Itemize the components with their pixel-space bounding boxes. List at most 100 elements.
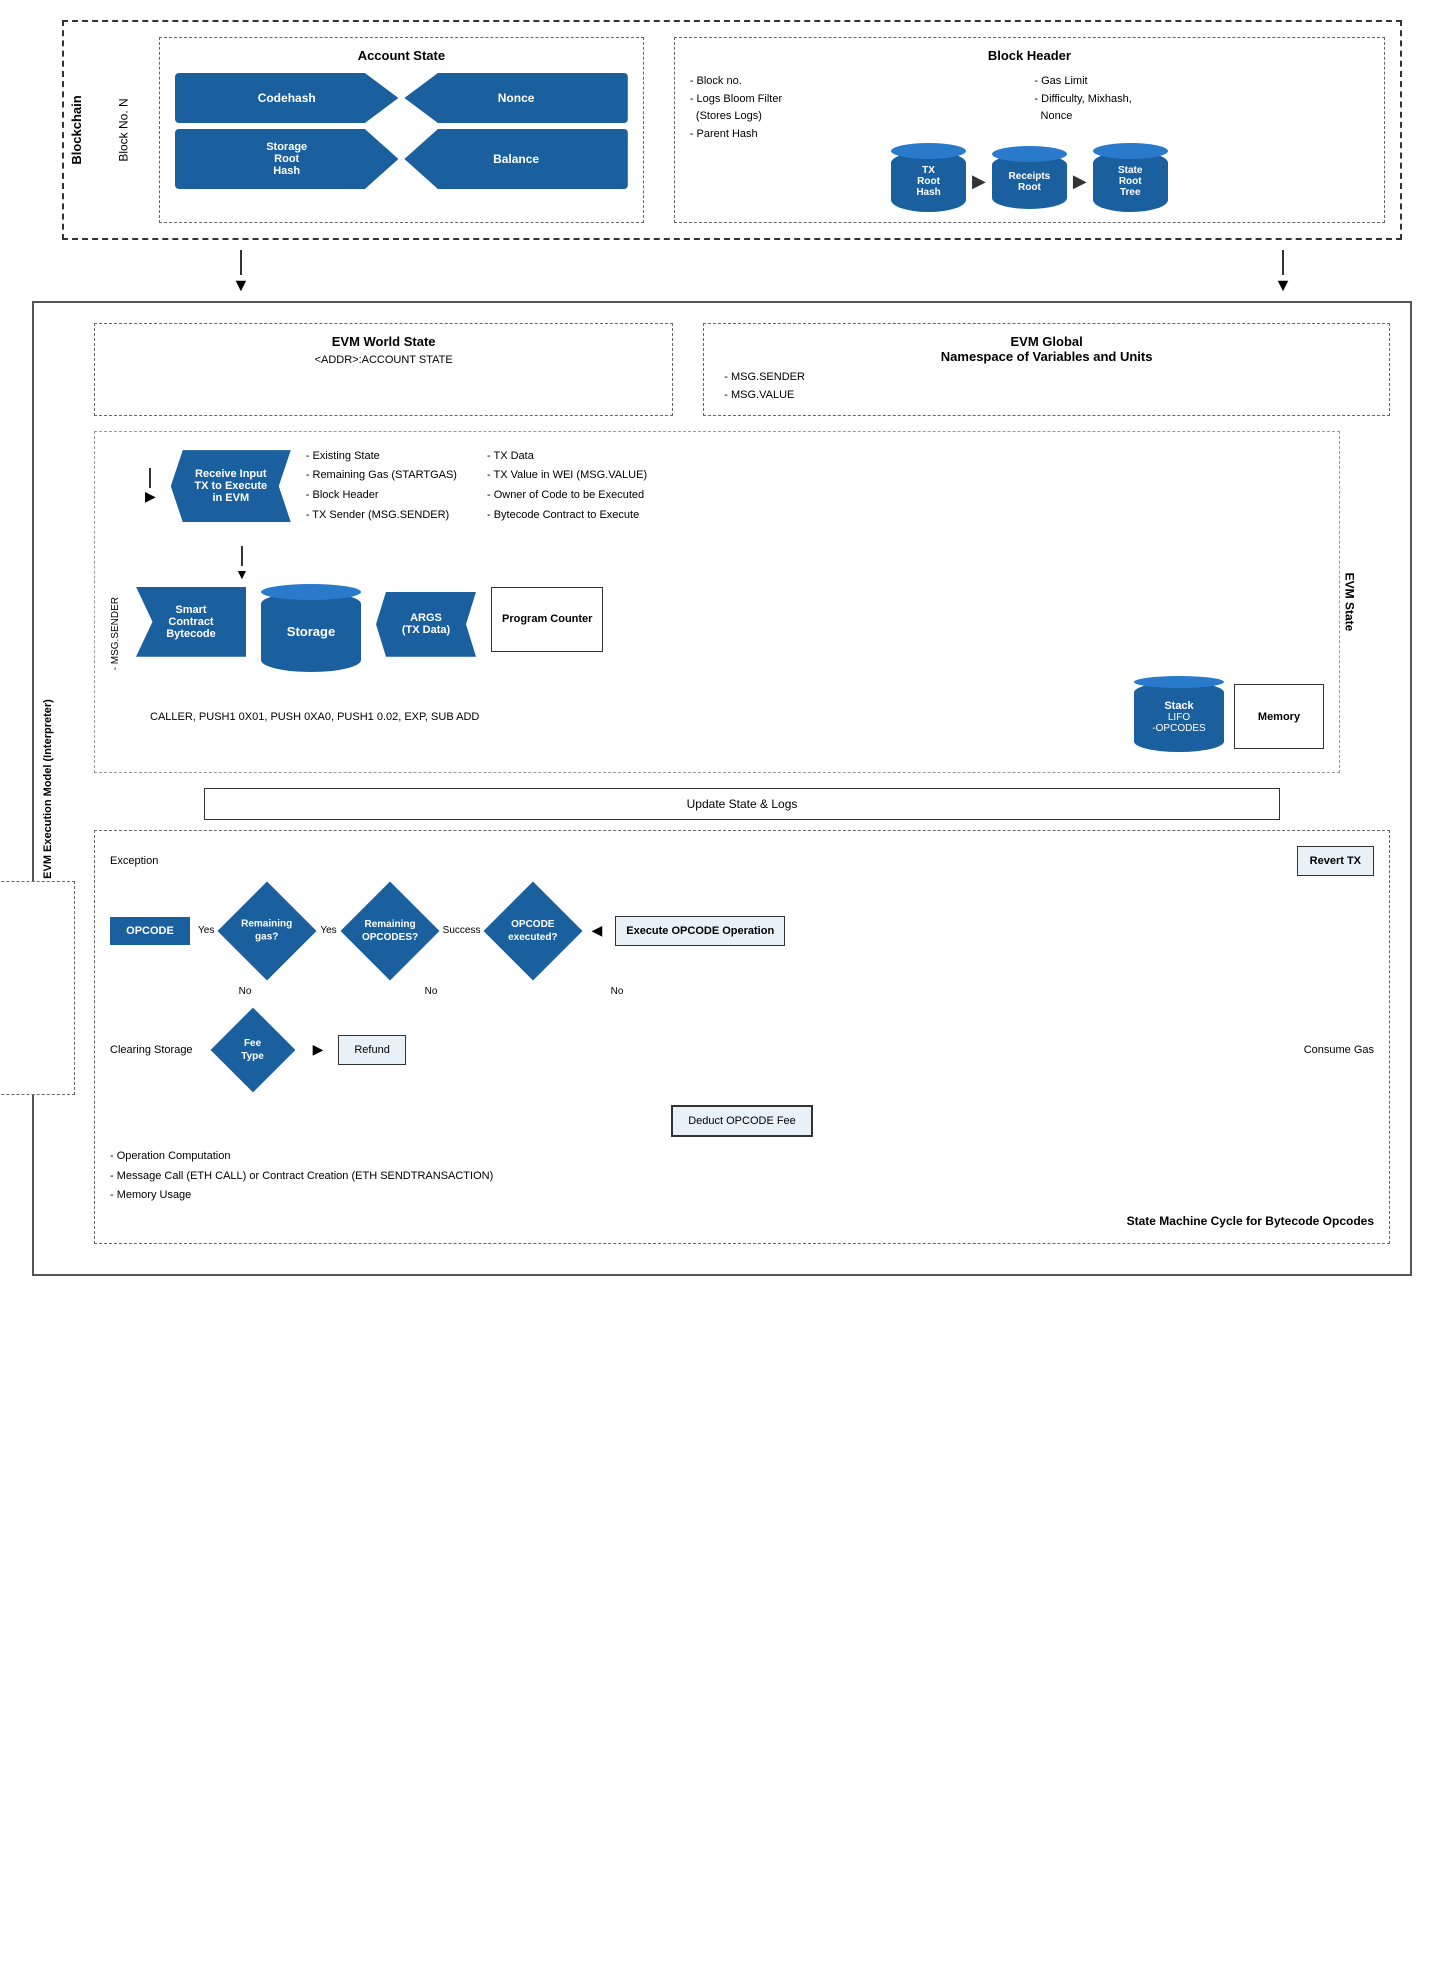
down-head: ▼ bbox=[235, 566, 249, 582]
remaining-gas-diamond: Remaininggas? bbox=[218, 881, 317, 980]
input-list-right: - TX Data - TX Value in WEI (MSG.VALUE) … bbox=[487, 447, 647, 526]
block-header-bottom: TXRootHash ▶ ReceiptsRoot ▶ StateRootTre… bbox=[690, 151, 1369, 212]
storage-text: Storage bbox=[287, 624, 335, 639]
no-labels-row: No No No bbox=[110, 986, 1374, 997]
deduct-fee-box: Deduct OPCODE Fee bbox=[671, 1105, 813, 1137]
arrow-state-root: ▶ bbox=[1073, 171, 1087, 192]
opcode-flow-row: OPCODE Yes Remaininggas? Yes RemainingOP… bbox=[110, 886, 1374, 976]
deduct-fee-text: Deduct OPCODE Fee bbox=[688, 1115, 796, 1127]
components-area: - MSG.SENDER SmartContractBytecode Stora… bbox=[110, 587, 1324, 672]
down-arrow: ▼ bbox=[235, 546, 249, 582]
evm-state-label: EVM State bbox=[1343, 572, 1357, 631]
connector-arrows: ▼ ▼ bbox=[32, 250, 1412, 296]
opcode-text: OPCODE bbox=[126, 925, 174, 937]
state-root-tree-cylinder: StateRootTree bbox=[1093, 151, 1168, 212]
update-state-area: Update State & Logs bbox=[144, 788, 1340, 820]
blockchain-label: Blockchain bbox=[69, 96, 84, 165]
bottom-labels: - Operation Computation - Message Call (… bbox=[110, 1147, 1374, 1206]
storage-cylinder: Storage bbox=[261, 592, 361, 672]
down-line bbox=[241, 546, 243, 566]
program-counter-box: Program Counter bbox=[491, 587, 603, 652]
stack-text: Stack bbox=[1164, 700, 1193, 712]
evm-state-box: EVM State ▶ Receive InputTX to Executein… bbox=[94, 431, 1340, 773]
opcode-executed-diamond: OPCODEexecuted? bbox=[484, 881, 583, 980]
flow-section: TX CALLER - Nonce - Gas Limit (STARTGAS)… bbox=[94, 830, 1390, 1244]
account-state-title: Account State bbox=[175, 48, 628, 63]
block-header-title: Block Header bbox=[690, 48, 1369, 63]
deduct-fee-row: Deduct OPCODE Fee bbox=[110, 1105, 1374, 1137]
revert-tx-text: Revert TX bbox=[1310, 855, 1361, 867]
arrow-head-receive: ▶ bbox=[145, 488, 156, 505]
refund-text: Refund bbox=[354, 1044, 389, 1056]
remaining-opcodes-text: RemainingOPCODES? bbox=[362, 918, 418, 944]
execute-opcode-text: Execute OPCODE Operation bbox=[626, 925, 774, 937]
yes1: Yes bbox=[198, 925, 214, 936]
smart-contract-text: SmartContractBytecode bbox=[166, 604, 216, 640]
tx-caller-items: - Nonce - Gas Limit (STARTGAS) - Gas Pri… bbox=[0, 916, 64, 1084]
evm-wrapper: EVM Execution Model (Interpreter) EVM Wo… bbox=[32, 301, 1412, 1276]
tx-caller-box: TX CALLER - Nonce - Gas Limit (STARTGAS)… bbox=[0, 881, 75, 1095]
left-arrow-head: ▼ bbox=[232, 275, 250, 296]
tx-caller-title: TX CALLER bbox=[0, 892, 64, 911]
right-arrow-head: ▼ bbox=[1274, 275, 1292, 296]
arrow-execute: ◀ bbox=[591, 922, 602, 939]
state-root-tree-cyl-wrapper: StateRootTree bbox=[1093, 151, 1168, 212]
fee-row: Clearing Storage FeeType ▶ Refund Consum… bbox=[110, 1005, 1374, 1095]
arrow-receipts: ▶ bbox=[972, 171, 986, 192]
receive-input-shape: Receive InputTX to Executein EVM bbox=[171, 450, 291, 522]
block-no-label: Block No. N bbox=[117, 99, 131, 162]
block-header-box: Block Header - Block no. - Logs Bloom Fi… bbox=[674, 37, 1385, 223]
receipts-root-cyl-wrapper: ReceiptsRoot bbox=[992, 154, 1067, 209]
fee-type-label: FeeType bbox=[241, 1037, 264, 1063]
remaining-opcodes-wrapper: RemainingOPCODES? bbox=[345, 886, 435, 976]
evm-execution-label: EVM Execution Model (Interpreter) bbox=[42, 699, 54, 879]
memory-text: Memory bbox=[1258, 711, 1300, 723]
fee-type-wrapper: FeeType bbox=[208, 1005, 298, 1095]
block-header-content: - Block no. - Logs Bloom Filter (Stores … bbox=[690, 73, 1369, 143]
global-namespace-title: EVM GlobalNamespace of Variables and Uni… bbox=[724, 334, 1369, 364]
execute-opcode-box: Execute OPCODE Operation bbox=[615, 916, 785, 946]
arrow-to-refund: ▶ bbox=[313, 1041, 324, 1058]
world-state-title: EVM World State bbox=[115, 334, 652, 349]
msg-sender-vertical: - MSG.SENDER bbox=[110, 597, 121, 670]
args-shape: ARGS(TX Data) bbox=[376, 592, 476, 657]
left-connector: ▼ bbox=[232, 250, 250, 296]
opcodes-text: CALLER, PUSH1 0X01, PUSH 0XA0, PUSH1 0.0… bbox=[150, 711, 1114, 723]
remaining-opcodes-diamond: RemainingOPCODES? bbox=[340, 881, 439, 980]
refund-box: Refund bbox=[338, 1035, 405, 1065]
block-header-right: - Gas Limit - Difficulty, Mixhash, Nonce bbox=[1034, 73, 1369, 143]
opcode-executed-wrapper: OPCODEexecuted? bbox=[488, 886, 578, 976]
state-machine-label: State Machine Cycle for Bytecode Opcodes bbox=[110, 1214, 1374, 1228]
exception-label: Exception bbox=[110, 855, 158, 867]
opcode-box: OPCODE bbox=[110, 917, 190, 945]
revert-tx-box: Revert TX bbox=[1297, 846, 1374, 876]
update-state-text: Update State & Logs bbox=[687, 797, 798, 811]
codehash-ribbon: Codehash bbox=[175, 73, 398, 123]
consume-gas-label: Consume Gas bbox=[1304, 1044, 1374, 1056]
world-state-subtitle: <ADDR>:ACCOUNT STATE bbox=[115, 354, 652, 366]
arrow-down-from-receive: ▼ bbox=[110, 546, 1324, 582]
global-namespace-content: - MSG.SENDER - MSG.VALUE bbox=[724, 369, 1369, 404]
world-state-box: EVM World State <ADDR>:ACCOUNT STATE bbox=[94, 323, 673, 415]
opcodes-area: CALLER, PUSH1 0X01, PUSH 0XA0, PUSH1 0.0… bbox=[150, 682, 1324, 752]
remaining-gas-text: Remaininggas? bbox=[242, 918, 293, 944]
main-container: Blockchain Block No. N Account State Cod… bbox=[32, 20, 1412, 1276]
program-counter-text: Program Counter bbox=[502, 613, 592, 625]
clearing-storage-label: Clearing Storage bbox=[110, 1044, 193, 1056]
left-arrow-line bbox=[240, 250, 242, 275]
yes2: Yes bbox=[320, 925, 336, 936]
nonce-ribbon: Nonce bbox=[404, 73, 627, 123]
opcodes-label: CALLER, PUSH1 0X01, PUSH 0XA0, PUSH1 0.0… bbox=[150, 711, 479, 723]
no2: No bbox=[391, 986, 471, 997]
arrow-line-receive bbox=[149, 468, 151, 488]
right-connector: ▼ bbox=[1274, 250, 1292, 296]
exception-revert-row: Exception Revert TX bbox=[110, 846, 1374, 876]
right-arrow-line bbox=[1282, 250, 1284, 275]
success1: Success bbox=[443, 925, 481, 936]
account-state-box: Account State Codehash Nonce StorageRoot… bbox=[159, 37, 644, 223]
account-grid: Codehash Nonce StorageRootHash Balance bbox=[175, 73, 628, 189]
global-namespace-box: EVM GlobalNamespace of Variables and Uni… bbox=[703, 323, 1390, 415]
tx-root-hash-cylinder: TXRootHash bbox=[891, 151, 966, 212]
evm-top-row: EVM World State <ADDR>:ACCOUNT STATE EVM… bbox=[94, 323, 1390, 415]
namespace-subtitle: Namespace of Variables and Units bbox=[941, 349, 1153, 364]
